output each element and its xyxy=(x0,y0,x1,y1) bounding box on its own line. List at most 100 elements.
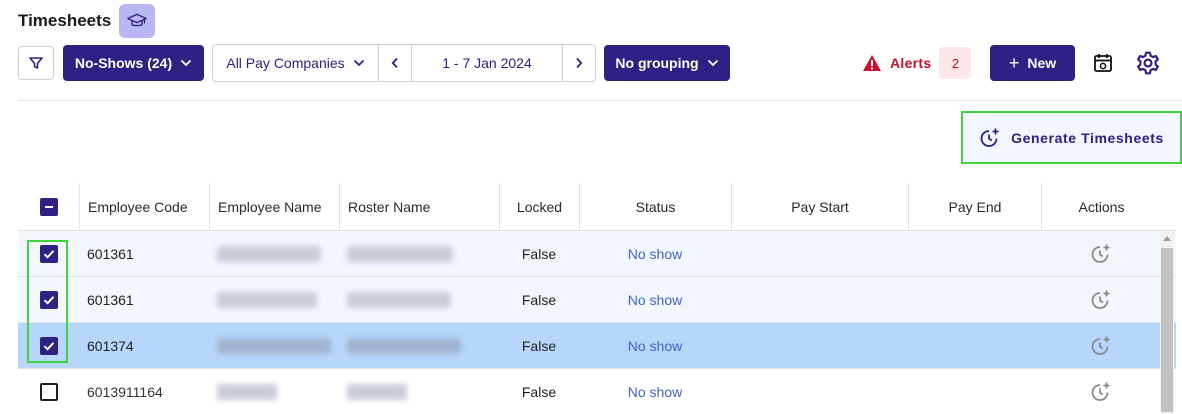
roster-name-cell xyxy=(339,323,499,368)
column-header-pay-start[interactable]: Pay Start xyxy=(731,183,908,230)
pay-start-cell xyxy=(731,323,908,368)
pay-start-cell xyxy=(731,369,908,414)
gear-icon xyxy=(1137,51,1159,75)
alerts-label: Alerts xyxy=(890,55,932,71)
pay-start-cell xyxy=(731,231,908,276)
clock-plus-icon[interactable] xyxy=(1090,289,1112,311)
date-range[interactable]: 1 - 7 Jan 2024 xyxy=(412,45,562,81)
clock-plus-icon[interactable] xyxy=(1090,335,1112,357)
grouping-dropdown[interactable]: No grouping xyxy=(604,45,730,81)
next-period-button[interactable] xyxy=(562,45,595,81)
title-row: Timesheets xyxy=(18,4,156,38)
column-header-roster-name[interactable]: Roster Name xyxy=(339,183,499,230)
redacted-roster-name xyxy=(347,245,453,262)
chevron-left-icon xyxy=(391,57,398,69)
table-row[interactable]: 6013911164 False No show xyxy=(18,369,1176,414)
employee-code-cell: 6013911164 xyxy=(87,383,163,400)
filter-button[interactable] xyxy=(18,46,54,80)
roster-name-cell xyxy=(339,231,499,276)
toolbar: No-Shows (24) All Pay Companies 1 - 7 Ja… xyxy=(18,44,1166,82)
previous-period-button[interactable] xyxy=(379,45,412,81)
row-checkbox[interactable] xyxy=(39,382,58,401)
redacted-roster-name xyxy=(347,383,407,400)
row-select-cell xyxy=(18,323,79,368)
row-select-cell xyxy=(18,231,79,276)
chevron-down-icon xyxy=(707,59,718,67)
no-shows-dropdown[interactable]: No-Shows (24) xyxy=(63,45,204,81)
column-header-pay-end[interactable]: Pay End xyxy=(908,183,1041,230)
new-button[interactable]: + New xyxy=(990,45,1075,81)
row-select-cell xyxy=(18,369,79,414)
employee-code-cell: 601374 xyxy=(87,337,134,354)
chevron-down-icon xyxy=(353,59,364,67)
employee-code-cell: 601361 xyxy=(87,291,134,308)
minus-icon xyxy=(44,205,53,208)
calendar-button[interactable] xyxy=(1090,50,1116,76)
status-cell[interactable]: No show xyxy=(579,277,731,322)
column-header-employee-code[interactable]: Employee Code xyxy=(79,183,209,230)
redacted-employee-name xyxy=(217,291,317,308)
redacted-employee-name xyxy=(217,383,277,400)
status-cell[interactable]: No show xyxy=(579,323,731,368)
locked-cell: False xyxy=(521,245,557,262)
scrollbar-thumb[interactable] xyxy=(1161,248,1173,412)
scroll-up-arrow-icon[interactable] xyxy=(1163,236,1171,241)
no-shows-label: No-Shows (24) xyxy=(74,55,173,71)
actions-cell xyxy=(1041,277,1161,322)
clock-plus-icon[interactable] xyxy=(1090,243,1112,265)
warning-icon xyxy=(863,55,881,71)
status-cell[interactable]: No show xyxy=(579,369,731,414)
clock-plus-icon[interactable] xyxy=(1090,381,1112,403)
column-header-status[interactable]: Status xyxy=(579,183,731,230)
pay-period-selector: All Pay Companies 1 - 7 Jan 2024 xyxy=(212,44,596,82)
column-header-employee-name[interactable]: Employee Name xyxy=(209,183,339,230)
calendar-icon xyxy=(1094,54,1112,72)
employee-name-cell xyxy=(209,369,339,414)
page-title: Timesheets xyxy=(18,11,112,30)
locked-cell: False xyxy=(521,383,557,400)
select-all-cell xyxy=(18,183,79,230)
locked-cell: False xyxy=(521,291,557,308)
column-header-locked[interactable]: Locked xyxy=(499,183,579,230)
alerts-button[interactable]: Alerts 2 xyxy=(862,46,972,80)
locked-cell: False xyxy=(521,337,557,354)
filter-icon xyxy=(29,57,43,69)
actions-cell xyxy=(1041,323,1161,368)
generate-timesheets-label: Generate Timesheets xyxy=(1011,129,1164,146)
status-cell[interactable]: No show xyxy=(579,231,731,276)
new-label: New xyxy=(1027,55,1057,71)
pay-company-dropdown[interactable]: All Pay Companies xyxy=(213,45,379,81)
pay-end-cell xyxy=(908,369,1041,414)
select-all-checkbox[interactable] xyxy=(39,197,58,216)
plus-icon: + xyxy=(1008,53,1020,73)
employee-code-cell: 601361 xyxy=(87,245,134,262)
alerts-count-badge: 2 xyxy=(939,47,972,79)
table-row[interactable]: 601361 False No show xyxy=(18,231,1176,277)
graduation-cap-icon xyxy=(127,13,148,27)
actions-cell xyxy=(1041,231,1161,276)
row-checkbox[interactable] xyxy=(39,336,58,355)
checkmark-icon xyxy=(43,249,54,259)
generate-timesheets-button[interactable]: Generate Timesheets xyxy=(961,111,1182,164)
header-divider xyxy=(18,100,1182,101)
roster-name-cell xyxy=(339,277,499,322)
redacted-roster-name xyxy=(347,291,451,308)
checkmark-icon xyxy=(43,341,54,351)
settings-button[interactable] xyxy=(1134,49,1162,77)
pay-company-label: All Pay Companies xyxy=(226,55,345,71)
pay-end-cell xyxy=(908,231,1041,276)
roster-name-cell xyxy=(339,369,499,414)
table-row[interactable]: 601361 False No show xyxy=(18,277,1176,323)
row-checkbox[interactable] xyxy=(39,244,58,263)
redacted-employee-name xyxy=(217,245,321,262)
redacted-employee-name xyxy=(217,337,331,354)
checkmark-icon xyxy=(43,295,54,305)
pay-end-cell xyxy=(908,323,1041,368)
table-row[interactable]: 601374 False No show xyxy=(18,323,1176,369)
row-checkbox[interactable] xyxy=(39,290,58,309)
tutorial-button[interactable] xyxy=(119,4,156,38)
row-select-cell xyxy=(18,277,79,322)
timesheets-table: Employee Code Employee Name Roster Name … xyxy=(18,183,1176,414)
employee-name-cell xyxy=(209,231,339,276)
pay-end-cell xyxy=(908,277,1041,322)
